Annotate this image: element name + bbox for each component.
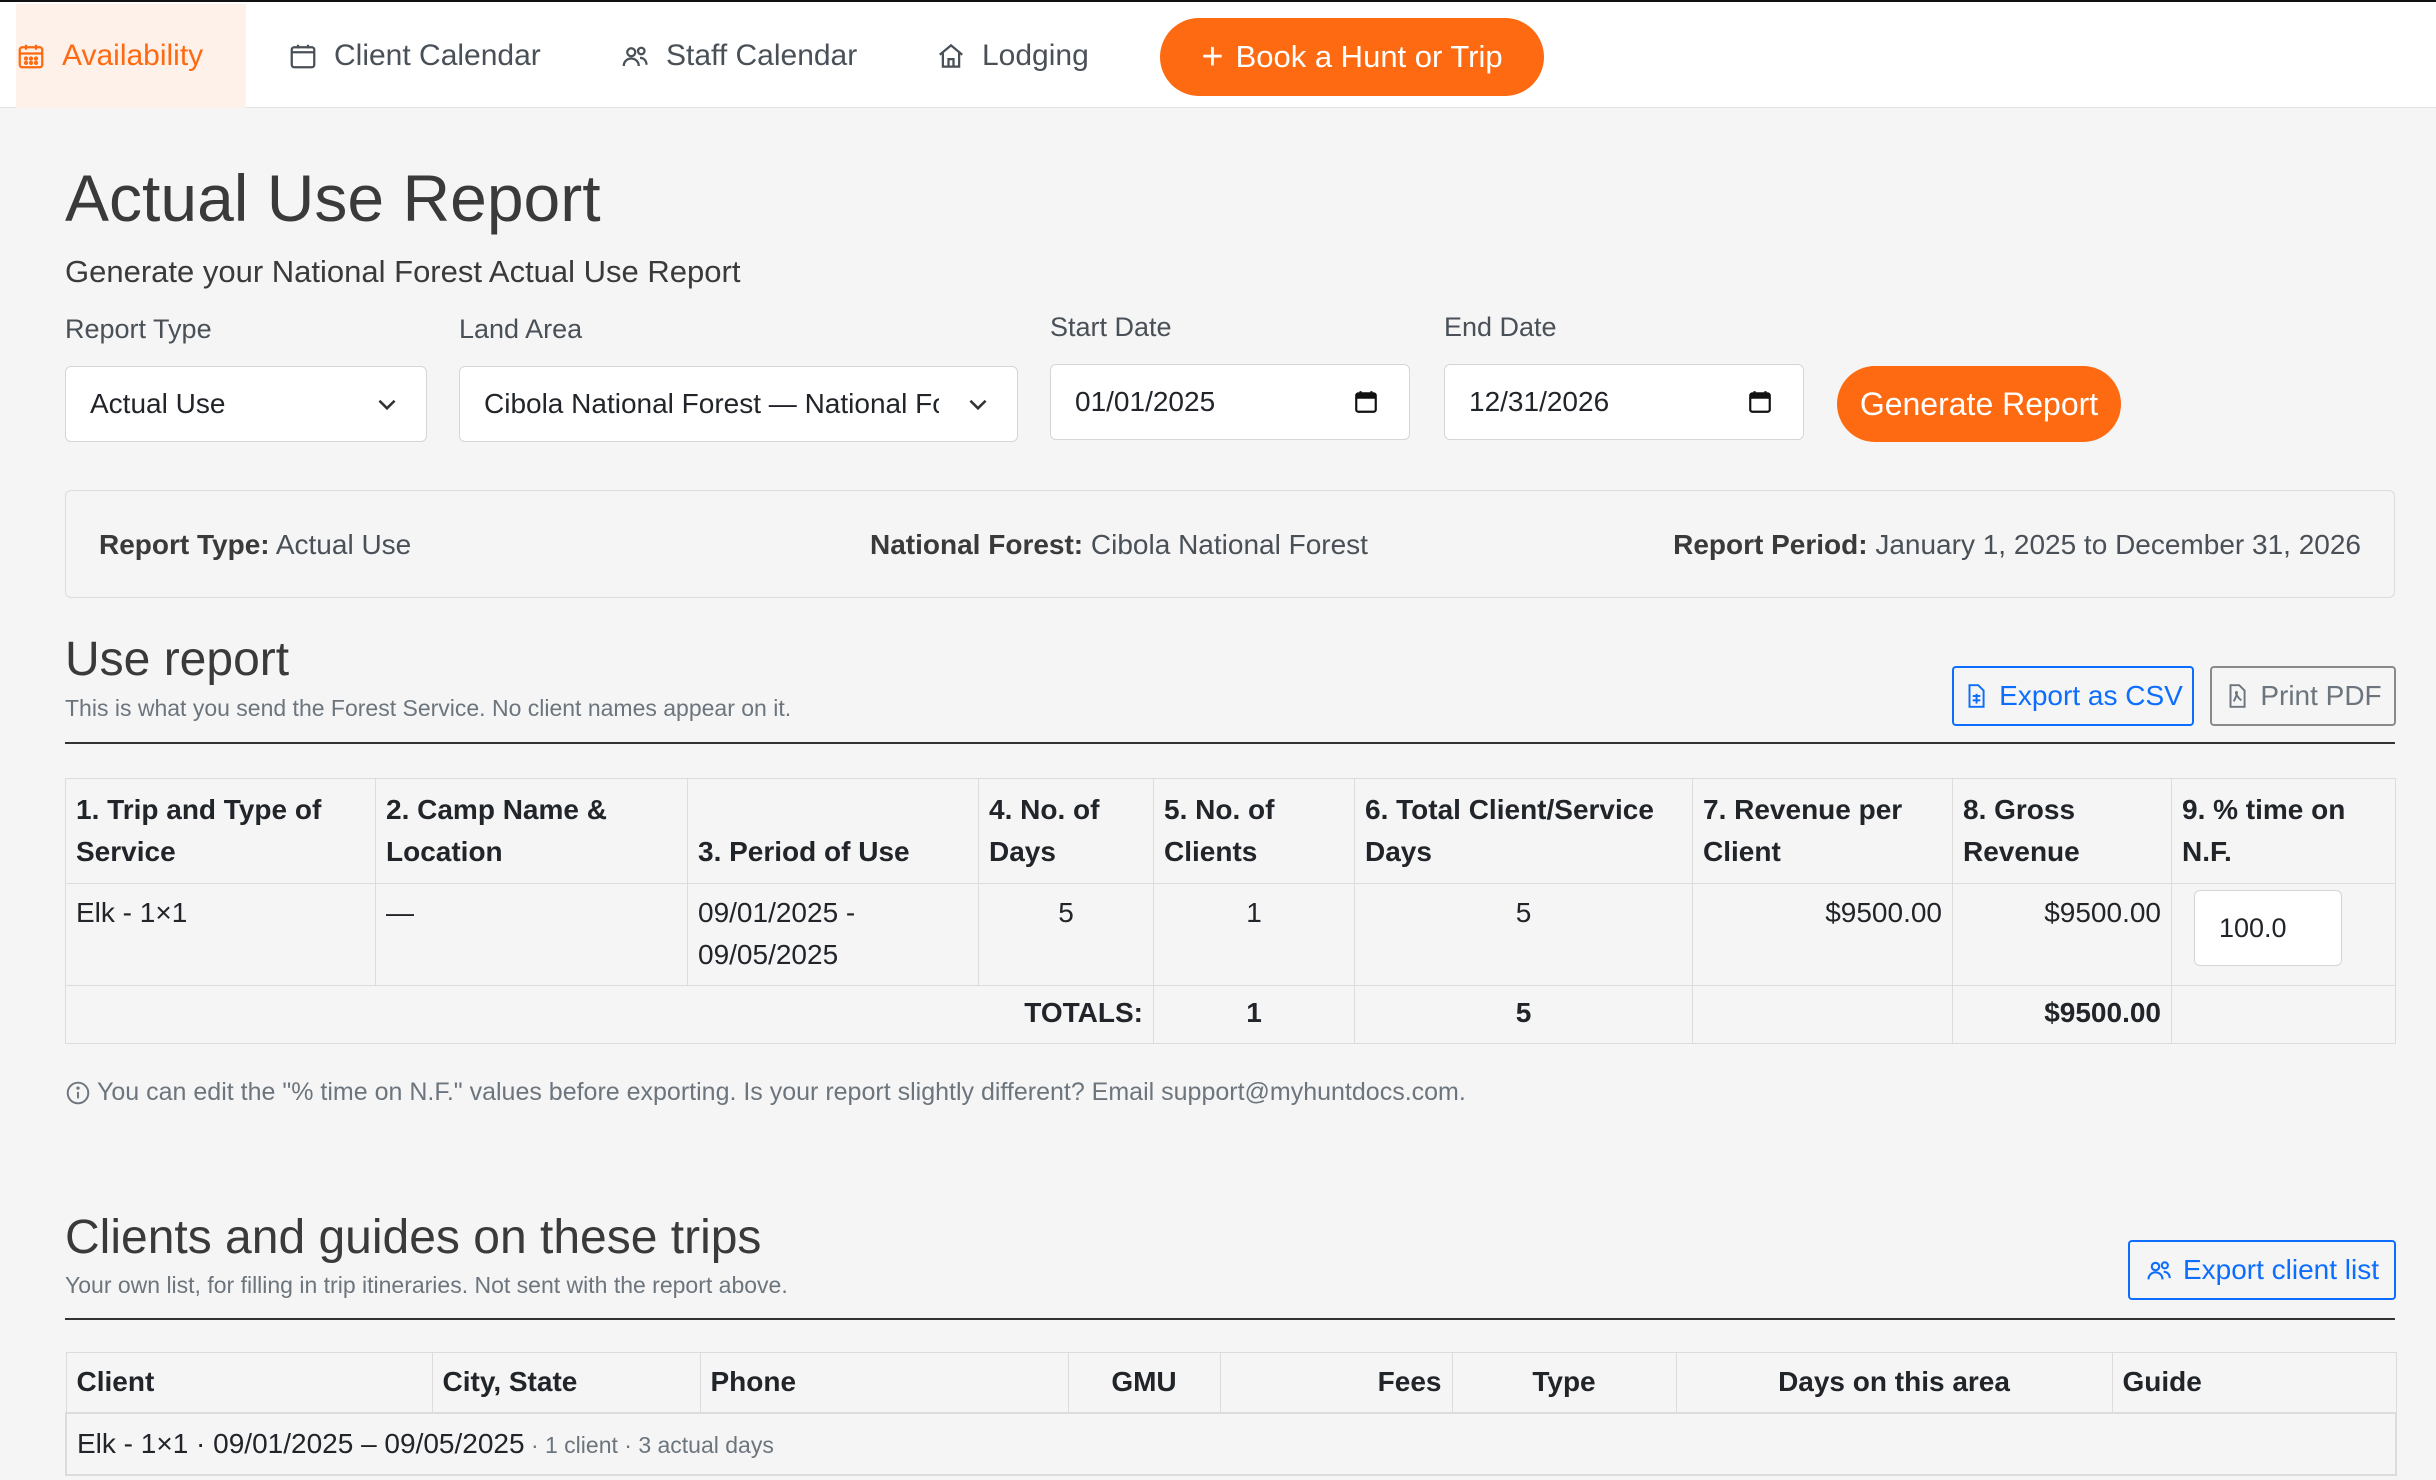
info-icon	[66, 1081, 90, 1104]
spreadsheet-file-icon	[1968, 684, 1985, 708]
summary-report-type: Report Type: Actual Use	[99, 529, 412, 560]
calendar-picker-icon[interactable]	[1747, 389, 1773, 415]
print-pdf-button[interactable]: Print PDF	[2210, 666, 2396, 726]
end-date-input[interactable]: 12/31/2026	[1444, 364, 1804, 440]
report-type-value: Actual Use	[90, 388, 226, 419]
totals-gross-revenue: $9500.00	[1952, 985, 2172, 1044]
period-cell: 09/01/2025 - 09/05/2025	[687, 883, 979, 986]
land-area-value: Cibola National Forest — National Forest	[484, 388, 939, 419]
trip-cell: Elk - 1×1	[65, 883, 376, 986]
column-header: Client	[65, 1352, 433, 1413]
nav-client-calendar-label: Client Calendar	[334, 39, 541, 72]
nav-staff-calendar-label: Staff Calendar	[666, 39, 858, 72]
column-header: 3. Period of Use	[687, 778, 979, 884]
edit-note: You can edit the "% time on N.F." values…	[65, 1078, 1466, 1107]
calendar-grid-icon	[18, 44, 44, 69]
section-divider	[65, 742, 2395, 744]
generate-report-button[interactable]: Generate Report	[1837, 366, 2121, 442]
trip-group-row: Elk - 1×1 · 09/01/2025 – 09/05/2025 · 1 …	[65, 1411, 2397, 1476]
plus-icon: +	[1201, 36, 1224, 78]
pct-time-cell: 100.0	[2171, 883, 2396, 986]
export-csv-button[interactable]: Export as CSV	[1952, 666, 2194, 726]
start-date-label: Start Date	[1050, 312, 1172, 342]
page-subtitle: Generate your National Forest Actual Use…	[65, 254, 741, 289]
gross-revenue-cell: $9500.00	[1952, 883, 2172, 986]
end-date-label: End Date	[1444, 312, 1557, 342]
days-cell: 5	[978, 883, 1154, 986]
nav-availability-label: Availability	[62, 39, 204, 72]
book-hunt-button[interactable]: + Book a Hunt or Trip	[1160, 18, 1544, 96]
totals-service-days: 5	[1354, 985, 1693, 1044]
totals-empty-cell	[2171, 985, 2396, 1044]
use-report-title: Use report	[65, 633, 290, 686]
start-date-value: 01/01/2025	[1075, 386, 1216, 417]
column-header: Fees	[1219, 1352, 1453, 1413]
house-icon	[939, 43, 963, 68]
nav-staff-calendar[interactable]: Staff Calendar	[620, 4, 857, 108]
table-header-row: 1. Trip and Type of Service 2. Camp Name…	[65, 778, 2396, 884]
report-type-label: Report Type	[65, 314, 212, 344]
column-header: Days on this area	[1675, 1352, 2113, 1413]
column-header: 9. % time on N.F.	[2171, 778, 2396, 884]
trip-group-cell: Elk - 1×1 · 09/01/2025 – 09/05/2025 · 1 …	[65, 1411, 2397, 1476]
people-icon	[622, 46, 648, 67]
use-report-table: 1. Trip and Type of Service 2. Camp Name…	[65, 778, 2396, 1044]
top-navigation: Availability Client Calendar Staff Calen…	[0, 0, 2436, 108]
clients-section-title: Clients and guides on these trips	[65, 1211, 762, 1264]
clients-section-subtitle: Your own list, for filling in trip itine…	[65, 1272, 788, 1298]
trip-group-meta: · 1 client · 3 actual days	[524, 1431, 774, 1458]
people-icon	[2147, 1261, 2171, 1280]
totals-label: TOTALS:	[65, 985, 1154, 1044]
book-hunt-label: Book a Hunt or Trip	[1235, 39, 1503, 74]
calendar-picker-icon[interactable]	[1353, 389, 1379, 415]
pct-time-input[interactable]: 100.0	[2194, 890, 2342, 966]
column-header: 8. Gross Revenue	[1952, 778, 2172, 884]
totals-clients: 1	[1153, 985, 1355, 1044]
column-header: City, State	[431, 1352, 701, 1413]
column-header: Guide	[2111, 1352, 2397, 1413]
export-client-list-button[interactable]: Export client list	[2128, 1240, 2396, 1300]
nav-availability[interactable]: Availability	[16, 4, 246, 108]
column-header: 5. No. of Clients	[1153, 778, 1355, 884]
edit-note-text: You can edit the "% time on N.F." values…	[97, 1078, 1466, 1106]
report-type-select[interactable]: Actual Use	[65, 366, 427, 442]
totals-empty-cell	[1692, 985, 1953, 1044]
page-title: Actual Use Report	[65, 161, 601, 235]
trip-group-label: Elk - 1×1 · 09/01/2025 – 09/05/2025	[77, 1427, 525, 1459]
summary-national-forest: National Forest: Cibola National Forest	[870, 529, 1368, 560]
clients-cell: 1	[1153, 883, 1355, 986]
chevron-down-icon	[378, 399, 396, 411]
table-header-row: Client City, State Phone GMU Fees Type D…	[65, 1352, 2397, 1413]
revenue-per-client-cell: $9500.00	[1692, 883, 1953, 986]
start-date-input[interactable]: 01/01/2025	[1050, 364, 1410, 440]
nav-client-calendar[interactable]: Client Calendar	[288, 4, 541, 108]
land-area-label: Land Area	[459, 314, 583, 344]
table-row: Elk - 1×1 — 09/01/2025 - 09/05/2025 5 1 …	[65, 883, 2396, 986]
column-header: 2. Camp Name & Location	[375, 778, 688, 884]
column-header: 1. Trip and Type of Service	[65, 778, 376, 884]
camp-cell: —	[375, 883, 688, 986]
column-header: 6. Total Client/Service Days	[1354, 778, 1693, 884]
chevron-down-icon	[969, 399, 987, 411]
pdf-file-icon	[2229, 684, 2246, 708]
service-days-cell: 5	[1354, 883, 1693, 986]
column-header: 4. No. of Days	[978, 778, 1154, 884]
use-report-subtitle: This is what you send the Forest Service…	[65, 695, 792, 721]
column-header: Phone	[699, 1352, 1069, 1413]
column-header: GMU	[1067, 1352, 1221, 1413]
land-area-select[interactable]: Cibola National Forest — National Forest	[459, 366, 1018, 442]
clients-table: Client City, State Phone GMU Fees Type D…	[65, 1352, 2397, 1476]
totals-row: TOTALS: 1 5 $9500.00	[65, 985, 2396, 1044]
column-header: 7. Revenue per Client	[1692, 778, 1953, 884]
section-divider	[65, 1318, 2395, 1320]
nav-lodging[interactable]: Lodging	[936, 4, 1089, 108]
nav-lodging-label: Lodging	[982, 39, 1089, 72]
summary-report-period: Report Period: January 1, 2025 to Decemb…	[1673, 529, 2361, 560]
column-header: Type	[1451, 1352, 1677, 1413]
calendar-icon	[290, 44, 316, 69]
end-date-value: 12/31/2026	[1469, 386, 1610, 417]
report-summary: Report Type: Actual Use National Forest:…	[65, 490, 2395, 598]
